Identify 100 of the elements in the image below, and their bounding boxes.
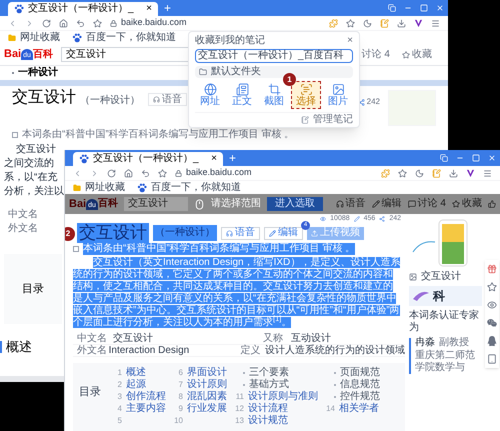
- menu-icon[interactable]: [483, 168, 492, 178]
- contents-link[interactable]: 行业发展: [187, 404, 227, 414]
- bookmark-link[interactable]: 百度一下，你就知道: [151, 182, 241, 192]
- title-action-button[interactable]: 编辑: [264, 226, 303, 240]
- contents-sublink[interactable]: 信息规范: [340, 380, 380, 390]
- close-button[interactable]: ×: [347, 36, 353, 46]
- home-icon[interactable]: [124, 168, 133, 178]
- v-logo-icon[interactable]: [414, 18, 423, 28]
- search-field[interactable]: 交互设计: [124, 197, 188, 211]
- enter-selection-button[interactable]: 进入选取: [266, 197, 323, 211]
- paragraph-line: 交互设计: [15, 144, 56, 156]
- contents-link[interactable]: 创作流程: [126, 392, 166, 402]
- contents-number: 12: [235, 405, 244, 413]
- view-icon[interactable]: [487, 300, 497, 310]
- bookmark-link[interactable]: 网址收藏: [85, 182, 125, 192]
- qq-icon[interactable]: [487, 336, 497, 346]
- close-icon[interactable]: [488, 154, 496, 162]
- contents-link[interactable]: 相关学者: [339, 404, 379, 414]
- contents-number: 7: [178, 381, 183, 389]
- contents-link[interactable]: 设计原则与准则: [248, 392, 318, 402]
- download-icon[interactable]: [449, 168, 458, 178]
- action-button[interactable]: 语音: [336, 199, 366, 209]
- moon-icon[interactable]: [415, 168, 424, 178]
- contents-sublink[interactable]: 页面规范: [340, 368, 380, 378]
- contents-link[interactable]: 设计流程: [248, 404, 288, 414]
- bookmark-star-icon[interactable]: [158, 168, 167, 178]
- action-button[interactable]: 讨论 4: [408, 199, 446, 209]
- contents-sublink[interactable]: 基础方式: [249, 380, 289, 390]
- action-button[interactable]: 收藏: [402, 50, 432, 60]
- review-note: 本词条由“科普中国”科学百科词条编写与应用工作项目 审核 。: [22, 130, 294, 140]
- close-tab-button[interactable]: ×: [211, 154, 217, 164]
- maximize-icon[interactable]: [472, 154, 480, 162]
- undo-icon[interactable]: [141, 168, 150, 178]
- new-tab-button[interactable]: +: [223, 152, 242, 166]
- action-button[interactable]: 收藏: [452, 199, 482, 209]
- info-label: 中文名: [8, 210, 38, 220]
- contents-link[interactable]: 概述: [126, 368, 146, 378]
- v-logo-icon[interactable]: [466, 168, 475, 178]
- thumbs-up-icon[interactable]: [488, 200, 496, 208]
- contents-link[interactable]: 设计规范: [248, 416, 288, 426]
- new-tab-button[interactable]: +: [158, 2, 178, 16]
- pencil-icon: [372, 200, 380, 208]
- contents-sublink[interactable]: 三个要素: [249, 368, 289, 378]
- info-value: 互动设计: [291, 334, 331, 344]
- browser-tab[interactable]: 交互设计（一种设计）_ ×: [8, 2, 158, 16]
- breadcrumb-item[interactable]: 一种设计: [18, 68, 58, 78]
- restore-icon[interactable]: [388, 4, 396, 12]
- action-button[interactable]: 编辑: [372, 199, 402, 209]
- view-icon: [320, 216, 326, 222]
- contents-link[interactable]: 起源: [126, 380, 146, 390]
- star-icon[interactable]: [398, 168, 407, 178]
- expert-heading: 本词条认证专家为: [409, 310, 480, 334]
- contents-link[interactable]: 界面设计: [187, 368, 227, 378]
- review-note: 本词条由“科普中国”科学百科词条编写与应用工作项目 审核 。: [83, 243, 356, 255]
- save-mode-button[interactable]: 图片: [323, 81, 353, 109]
- close-tab-button[interactable]: ×: [146, 4, 152, 14]
- back-icon[interactable]: [73, 168, 82, 178]
- title-action-button[interactable]: 语音: [221, 226, 260, 240]
- undo-icon[interactable]: [76, 18, 85, 28]
- reload-icon[interactable]: [42, 18, 51, 28]
- save-mode-button[interactable]: 正文: [227, 81, 257, 109]
- folder-selector[interactable]: 默认文件夹: [195, 66, 353, 78]
- menu-icon[interactable]: [431, 18, 440, 28]
- star-icon[interactable]: [346, 18, 355, 28]
- contents-number: 11: [235, 393, 244, 401]
- article-subtitle: （一种设计）: [153, 225, 217, 241]
- browser-tab[interactable]: 交互设计（一种设计）_ ×: [73, 152, 223, 166]
- star-icon[interactable]: [487, 282, 497, 292]
- contents-link[interactable]: 混乱因素: [187, 392, 227, 402]
- address-text[interactable]: baike.baidu.com: [121, 16, 187, 30]
- manage-notes-link[interactable]: 管理笔记: [313, 115, 353, 125]
- bookmark-link[interactable]: 百度一下，你就知道: [86, 32, 176, 42]
- address-text[interactable]: baike.baidu.com: [186, 166, 252, 180]
- maximize-icon[interactable]: [420, 4, 428, 12]
- contents-link[interactable]: 设计原则: [187, 380, 227, 390]
- close-icon[interactable]: [436, 4, 444, 12]
- contents-number: 6: [178, 369, 183, 377]
- forward-icon[interactable]: [25, 18, 34, 28]
- forward-icon[interactable]: [90, 168, 99, 178]
- save-mode-button[interactable]: 网址: [195, 81, 225, 109]
- save-mode-button[interactable]: 选择: [291, 81, 321, 109]
- contents-number: 10: [174, 417, 183, 425]
- restore-icon[interactable]: [440, 154, 448, 162]
- tablet-icon[interactable]: [487, 354, 497, 364]
- contents-sublink[interactable]: 控件规范: [340, 392, 380, 402]
- contents-link[interactable]: 主要内容: [126, 404, 166, 414]
- headphones-icon: [336, 200, 344, 208]
- gift-icon[interactable]: [487, 264, 497, 274]
- back-icon[interactable]: [8, 18, 17, 28]
- download-icon[interactable]: [397, 18, 406, 28]
- reload-icon[interactable]: [107, 168, 116, 178]
- note-name-field[interactable]: 交互设计（一种设计）_百度百科: [195, 49, 353, 63]
- paw-icon: [137, 182, 147, 192]
- wechat-icon[interactable]: [487, 318, 497, 328]
- voice-button[interactable]: 语音: [148, 93, 187, 106]
- bookmark-star-icon[interactable]: [93, 18, 102, 28]
- text-select-icon: [300, 83, 312, 96]
- home-icon[interactable]: [59, 18, 68, 28]
- moon-icon[interactable]: [363, 18, 372, 28]
- bookmark-link[interactable]: 网址收藏: [20, 32, 60, 42]
